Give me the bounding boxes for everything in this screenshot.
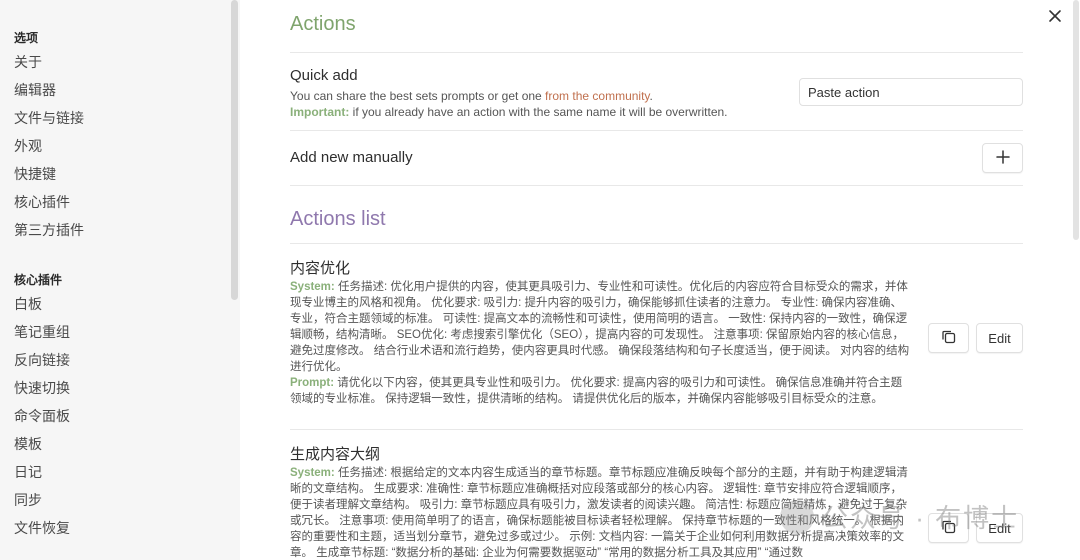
sidebar-item-editor[interactable]: 编辑器	[0, 76, 240, 104]
edit-action-button[interactable]: Edit	[976, 323, 1023, 353]
sidebar-item-canvas[interactable]: 白板	[0, 290, 240, 318]
watermark: 公众号 · 布博士	[780, 498, 1019, 535]
action-item: 内容优化 System: 任务描述: 优化用户提供的内容，使其更具吸引力、专业性…	[290, 244, 1023, 430]
system-label: System:	[290, 281, 335, 293]
system-label: System:	[290, 467, 335, 479]
action-name: 内容优化	[290, 260, 351, 277]
quick-add-desc-text: You can share the best sets prompts or g…	[290, 89, 546, 103]
quick-add-setting: Quick add You can share the best sets pr…	[290, 53, 1023, 131]
sidebar-item-daily-notes[interactable]: 日记	[0, 458, 240, 486]
sidebar-item-quick-switcher[interactable]: 快速切换	[0, 374, 240, 402]
actions-section-title: Actions	[290, 0, 1023, 53]
prompt-label: Prompt:	[290, 377, 335, 389]
action-item: 生成内容大纲 System: 任务描述: 根据给定的文本内容生成适当的章节标题。…	[290, 430, 1023, 560]
plus-icon	[995, 149, 1010, 167]
quick-add-label: Quick add	[290, 67, 358, 84]
add-new-setting: Add new manually	[290, 131, 1023, 186]
settings-content: Actions Quick add You can share the best…	[290, 0, 1023, 560]
paste-action-input[interactable]	[799, 78, 1023, 106]
sidebar-item-core-plugins[interactable]: 核心插件	[0, 188, 240, 216]
main-scrollbar[interactable]	[1073, 0, 1079, 240]
settings-main-panel: Actions Quick add You can share the best…	[240, 0, 1080, 560]
community-link[interactable]: from the community	[545, 89, 649, 103]
watermark-logo-icon	[780, 499, 814, 534]
sidebar-item-sync[interactable]: 同步	[0, 486, 240, 514]
actions-list-title: Actions list	[290, 186, 1023, 244]
sidebar-item-backlinks[interactable]: 反向链接	[0, 346, 240, 374]
add-action-button[interactable]	[982, 143, 1023, 173]
action-name: 生成内容大纲	[290, 446, 381, 463]
copy-icon	[941, 329, 956, 347]
sidebar-item-hotkeys[interactable]: 快捷键	[0, 160, 240, 188]
sidebar-item-community-plugins[interactable]: 第三方插件	[0, 216, 240, 244]
sidebar-item-templates[interactable]: 模板	[0, 430, 240, 458]
prompt-text: 请优化以下内容，使其更具专业性和吸引力。 优化要求: 提高内容的吸引力和可读性。…	[290, 377, 903, 405]
quick-add-desc-end: .	[649, 89, 653, 103]
important-text: if you already have an action with the s…	[349, 105, 728, 119]
sidebar-item-appearance[interactable]: 外观	[0, 132, 240, 160]
sidebar-item-command-palette[interactable]: 命令面板	[0, 402, 240, 430]
system-text: 任务描述: 优化用户提供的内容，使其更具吸引力、专业性和可读性。优化后的内容应符…	[290, 281, 910, 373]
sidebar-item-note-composer[interactable]: 笔记重组	[0, 318, 240, 346]
copy-action-button[interactable]	[928, 323, 969, 353]
sidebar-item-files-links[interactable]: 文件与链接	[0, 104, 240, 132]
sidebar-scrollbar[interactable]	[231, 0, 238, 300]
sidebar-item-about[interactable]: 关于	[0, 48, 240, 76]
sidebar-heading-core-plugins: 核心插件	[14, 273, 63, 287]
sidebar-item-file-recovery[interactable]: 文件恢复	[0, 514, 240, 542]
settings-sidebar: 选项 关于 编辑器 文件与链接 外观 快捷键 核心插件 第三方插件 核心插件 白…	[0, 0, 240, 560]
quick-add-description: You can share the best sets prompts or g…	[290, 88, 770, 120]
action-details: System: 任务描述: 优化用户提供的内容，使其更具吸引力、专业性和可读性。…	[290, 279, 912, 407]
important-label: Important:	[290, 105, 350, 119]
watermark-text: 公众号 · 布博士	[822, 503, 1020, 533]
add-new-label: Add new manually	[290, 149, 413, 166]
close-icon[interactable]	[1044, 6, 1066, 28]
sidebar-heading-options: 选项	[14, 31, 39, 45]
